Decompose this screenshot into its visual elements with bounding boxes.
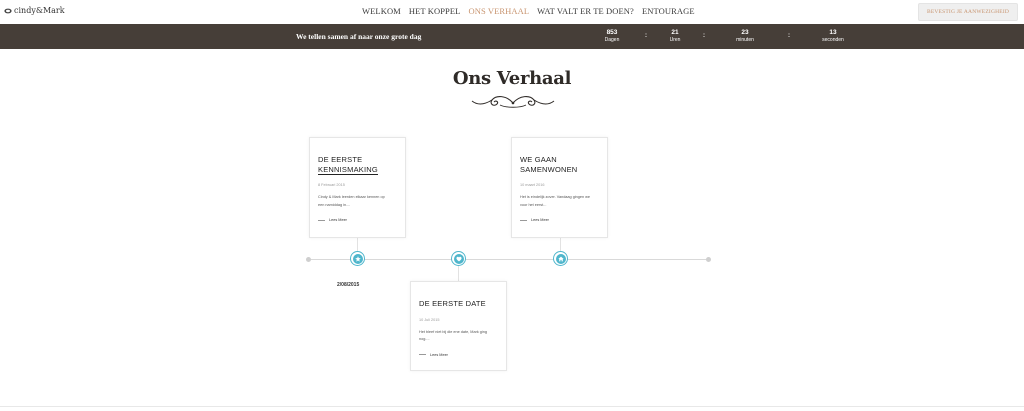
countdown-minutes: 23 minuten	[725, 29, 765, 44]
story-card-text: Het bleef niet bij die ene date, Mark gi…	[419, 329, 487, 342]
story-card-title[interactable]: DE EERSTE DATE	[419, 299, 498, 309]
footer-divider	[0, 406, 1024, 407]
countdown-hours: 21 Uren	[655, 29, 695, 44]
heart-icon	[455, 256, 462, 261]
story-card-title[interactable]: DE EERSTE KENNISMAKING	[318, 155, 397, 175]
page-title: Ons Verhaal	[452, 68, 572, 89]
timeline-connector	[560, 237, 561, 251]
countdown-hours-value: 21	[671, 29, 679, 36]
countdown-days: 853 Dagen	[592, 29, 632, 44]
top-header: cindy&Mark WELKOM HET KOPPEL ONS VERHAAL…	[0, 0, 1024, 24]
timeline-marker-1[interactable]	[350, 251, 365, 266]
countdown-seconds-label: seconden	[822, 37, 844, 43]
countdown-seconds: 13 seconden	[813, 29, 853, 44]
timeline-connector	[458, 266, 459, 281]
story-card-2: DE EERSTE DATE 10 Juli 2015 Het bleef ni…	[410, 281, 507, 371]
logo-text: cindy&Mark	[14, 6, 65, 15]
story-card-text: Het is eindelijk zover. Vandaag gingen w…	[520, 195, 591, 207]
site-logo[interactable]: cindy&Mark	[4, 6, 65, 15]
story-card-3: WE GAAN SAMENWONEN 10 maart 2016 Het is …	[511, 137, 608, 238]
countdown-separator: :	[788, 33, 790, 39]
story-card-text: Cindy & Mark leerden elkaar kennen op ee…	[318, 195, 385, 207]
nav-item-ons-verhaal[interactable]: ONS VERHAAL	[468, 6, 529, 16]
flourish-ornament-icon	[471, 96, 555, 108]
story-card-1: DE EERSTE KENNISMAKING 8 Februari 2015 C…	[309, 137, 406, 238]
countdown-bar: We tellen samen af naar onze grote dag 8…	[0, 24, 1024, 49]
countdown-days-label: Dagen	[604, 37, 620, 43]
countdown-minutes-label: minuten	[736, 37, 754, 43]
timeline-end-dot	[706, 257, 711, 262]
main-nav: WELKOM HET KOPPEL ONS VERHAAL WAT VALT E…	[362, 6, 695, 16]
star-icon	[354, 255, 361, 262]
home-icon	[557, 256, 564, 261]
rings-icon	[4, 8, 12, 13]
timeline-line	[310, 259, 710, 260]
story-card-date: 10 maart 2016	[520, 183, 545, 187]
story-card-date: 10 Juli 2015	[419, 317, 440, 322]
timeline-date-label: 2/08/2015	[337, 282, 360, 288]
rsvp-button[interactable]: BEVESTIG JE AANWEZIGHEID	[918, 3, 1018, 21]
story-card-date: 8 Februari 2015	[318, 183, 345, 187]
story-card-title[interactable]: WE GAAN SAMENWONEN	[520, 155, 599, 174]
nav-item-entourage[interactable]: ENTOURAGE	[642, 6, 695, 16]
nav-item-wat-valt-er-te-doen[interactable]: WAT VALT ER TE DOEN?	[537, 6, 634, 16]
countdown-days-value: 853	[606, 29, 618, 36]
nav-item-welkom[interactable]: WELKOM	[362, 6, 401, 16]
timeline-connector	[357, 237, 358, 251]
read-more-link[interactable]: Lees Meer	[520, 218, 599, 222]
countdown-separator: :	[645, 33, 647, 39]
read-more-link[interactable]: Lees Meer	[318, 218, 397, 222]
countdown-text: We tellen samen af naar onze grote dag	[296, 32, 422, 41]
nav-item-het-koppel[interactable]: HET KOPPEL	[409, 6, 461, 16]
read-more-link[interactable]: Lees Meer	[419, 353, 498, 357]
timeline-marker-3[interactable]	[553, 251, 568, 266]
countdown-seconds-value: 13	[829, 29, 837, 36]
countdown-separator: :	[703, 33, 705, 39]
countdown-hours-label: Uren	[669, 37, 681, 43]
timeline-start-dot	[306, 257, 311, 262]
timeline-marker-2[interactable]	[451, 251, 466, 266]
countdown-minutes-value: 23	[741, 29, 749, 36]
